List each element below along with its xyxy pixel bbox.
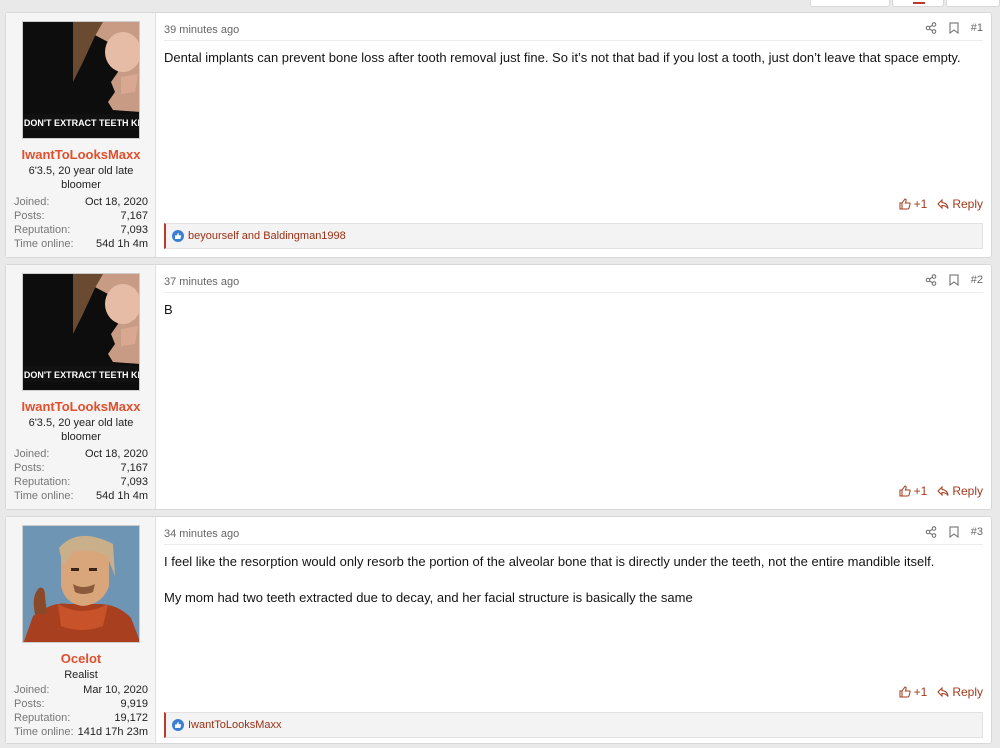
user-stats: Joined: Oct 18, 2020 Posts: 7,167 Reputati…: [14, 195, 148, 251]
username[interactable]: IwantToLooksMaxx: [6, 147, 156, 162]
reply-icon: [937, 485, 949, 497]
like-count: +1: [913, 197, 928, 211]
thumbs-up-icon: [899, 198, 911, 210]
stat-label: Reputation:: [14, 476, 71, 488]
reply-icon: [937, 686, 949, 698]
post-paragraph: I feel like the resorption would only re…: [164, 554, 935, 569]
time-online-value: 54d 1h 4m: [96, 238, 148, 250]
like-reaction-icon: [172, 230, 184, 242]
user-stats: Joined: Oct 18, 2020 Posts: 7,167 Reputati…: [14, 447, 148, 503]
post-time[interactable]: 34 minutes ago: [164, 528, 239, 540]
bookmark-icon[interactable]: [949, 22, 959, 34]
reactions-bar[interactable]: beyourself and Baldingman1998: [164, 223, 983, 249]
share-icon[interactable]: [925, 22, 937, 34]
joined-value: Mar 10, 2020: [83, 684, 148, 696]
username[interactable]: IwantToLooksMaxx: [6, 399, 156, 414]
post-number[interactable]: #1: [971, 22, 983, 34]
post-paragraph: Dental implants can prevent bone loss af…: [164, 50, 961, 65]
user-title: Realist: [64, 669, 98, 681]
post-time[interactable]: 39 minutes ago: [164, 24, 239, 36]
user-stats: Joined: Mar 10, 2020 Posts: 9,919 Reputati…: [14, 683, 148, 739]
joined-value: Oct 18, 2020: [85, 196, 148, 208]
user-info: DON'T EXTRACT TEETH KI IwantToLooksMaxx …: [6, 13, 156, 257]
avatar[interactable]: [22, 525, 140, 643]
post-meta: 37 minutes ago #2: [164, 271, 983, 293]
post-actions: +1 Reply: [899, 484, 983, 498]
post: Ocelot Realist Joined: Mar 10, 2020 Posts…: [5, 516, 992, 744]
reactions-text[interactable]: beyourself and Baldingman1998: [188, 230, 346, 242]
reply-button[interactable]: Reply: [937, 685, 983, 699]
like-button[interactable]: +1: [899, 484, 928, 498]
post-body: I feel like the resorption would only re…: [164, 553, 981, 625]
toolbar-button[interactable]: [810, 0, 890, 7]
reply-label: Reply: [952, 197, 983, 211]
like-button[interactable]: +1: [899, 685, 928, 699]
avatar[interactable]: DON'T EXTRACT TEETH KI: [22, 21, 140, 139]
stat-label: Posts:: [14, 210, 45, 222]
user-title: 6'3.5, 20 year old late bloomer: [28, 417, 134, 443]
post: DON'T EXTRACT TEETH KI IwantToLooksMaxx …: [5, 12, 992, 258]
user-title: 6'3.5, 20 year old late bloomer: [28, 165, 134, 191]
reply-button[interactable]: Reply: [937, 484, 983, 498]
like-count: +1: [913, 685, 928, 699]
stat-label: Posts:: [14, 462, 45, 474]
posts-value: 9,919: [120, 698, 148, 710]
stat-label: Time online:: [14, 726, 74, 738]
time-online-value: 141d 17h 23m: [77, 726, 148, 738]
reactions-text[interactable]: IwantToLooksMaxx: [188, 719, 282, 731]
avatar[interactable]: DON'T EXTRACT TEETH KI: [22, 273, 140, 391]
user-info: DON'T EXTRACT TEETH KI IwantToLooksMaxx …: [6, 265, 156, 509]
stat-label: Posts:: [14, 698, 45, 710]
username[interactable]: Ocelot: [6, 651, 156, 666]
user-info: Ocelot Realist Joined: Mar 10, 2020 Posts…: [6, 517, 156, 743]
reputation-value: 19,172: [114, 712, 148, 724]
post-meta: 39 minutes ago #1: [164, 19, 983, 41]
bookmark-icon[interactable]: [949, 526, 959, 538]
like-reaction-icon: [172, 719, 184, 731]
reputation-value: 7,093: [120, 224, 148, 236]
post-actions: +1 Reply: [899, 685, 983, 699]
reply-button[interactable]: Reply: [937, 197, 983, 211]
post-number[interactable]: #2: [971, 274, 983, 286]
joined-value: Oct 18, 2020: [85, 448, 148, 460]
thumbs-up-icon: [899, 485, 911, 497]
post-body: Dental implants can prevent bone loss af…: [164, 49, 981, 85]
thumbs-up-icon: [899, 686, 911, 698]
share-icon[interactable]: [925, 526, 937, 538]
like-button[interactable]: +1: [899, 197, 928, 211]
toolbar-button[interactable]: [946, 0, 1000, 7]
reactions-bar[interactable]: IwantToLooksMaxx: [164, 712, 983, 738]
avatar-caption: DON'T EXTRACT TEETH KI: [24, 118, 140, 128]
post-actions: +1 Reply: [899, 197, 983, 211]
reply-icon: [937, 198, 949, 210]
post-paragraph: B: [164, 302, 173, 317]
bookmark-icon[interactable]: [949, 274, 959, 286]
stat-label: Joined:: [14, 196, 50, 208]
stat-label: Joined:: [14, 684, 50, 696]
stat-label: Time online:: [14, 490, 74, 502]
like-count: +1: [913, 484, 928, 498]
avatar-caption: DON'T EXTRACT TEETH KI: [24, 370, 140, 380]
stat-label: Time online:: [14, 238, 74, 250]
post-time[interactable]: 37 minutes ago: [164, 276, 239, 288]
stat-label: Reputation:: [14, 224, 71, 236]
post-paragraph: My mom had two teeth extracted due to de…: [164, 590, 693, 605]
reply-label: Reply: [952, 685, 983, 699]
toolbar-button[interactable]: [892, 0, 944, 7]
top-toolbar: [810, 0, 1000, 7]
reply-label: Reply: [952, 484, 983, 498]
posts-value: 7,167: [120, 210, 148, 222]
post-meta: 34 minutes ago #3: [164, 523, 983, 545]
share-icon[interactable]: [925, 274, 937, 286]
posts-value: 7,167: [120, 462, 148, 474]
post-body: B: [164, 301, 981, 337]
time-online-value: 54d 1h 4m: [96, 490, 148, 502]
stat-label: Joined:: [14, 448, 50, 460]
post-number[interactable]: #3: [971, 526, 983, 538]
reputation-value: 7,093: [120, 476, 148, 488]
post: DON'T EXTRACT TEETH KI IwantToLooksMaxx …: [5, 264, 992, 510]
stat-label: Reputation:: [14, 712, 71, 724]
